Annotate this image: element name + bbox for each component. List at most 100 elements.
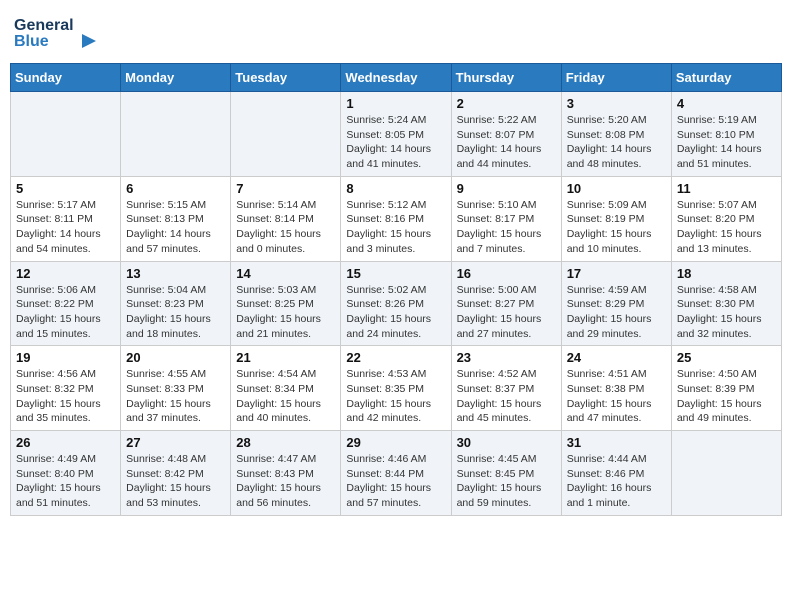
day-number: 2 xyxy=(457,96,556,111)
day-number: 17 xyxy=(567,266,666,281)
day-info: Sunrise: 4:46 AMSunset: 8:44 PMDaylight:… xyxy=(346,452,445,511)
header-day-wednesday: Wednesday xyxy=(341,64,451,92)
calendar-body: 1 Sunrise: 5:24 AMSunset: 8:05 PMDaylight… xyxy=(11,92,782,516)
calendar-cell: 14 Sunrise: 5:03 AMSunset: 8:25 PMDayligh… xyxy=(231,261,341,346)
day-number: 15 xyxy=(346,266,445,281)
calendar-cell: 6 Sunrise: 5:15 AMSunset: 8:13 PMDaylight… xyxy=(121,176,231,261)
calendar-cell xyxy=(671,431,781,516)
day-number: 14 xyxy=(236,266,335,281)
calendar-cell: 11 Sunrise: 5:07 AMSunset: 8:20 PMDayligh… xyxy=(671,176,781,261)
logo-svg: General Blue xyxy=(14,10,104,55)
day-number: 11 xyxy=(677,181,776,196)
day-number: 31 xyxy=(567,435,666,450)
calendar-cell xyxy=(231,92,341,177)
day-info: Sunrise: 5:07 AMSunset: 8:20 PMDaylight:… xyxy=(677,198,776,257)
day-info: Sunrise: 4:49 AMSunset: 8:40 PMDaylight:… xyxy=(16,452,115,511)
day-info: Sunrise: 4:55 AMSunset: 8:33 PMDaylight:… xyxy=(126,367,225,426)
calendar-cell: 30 Sunrise: 4:45 AMSunset: 8:45 PMDayligh… xyxy=(451,431,561,516)
calendar-cell: 22Sunrise: 4:53 AMSunset: 8:35 PMDayligh… xyxy=(341,346,451,431)
header-day-thursday: Thursday xyxy=(451,64,561,92)
calendar-cell: 12 Sunrise: 5:06 AMSunset: 8:22 PMDayligh… xyxy=(11,261,121,346)
calendar-cell: 24Sunrise: 4:51 AMSunset: 8:38 PMDayligh… xyxy=(561,346,671,431)
day-info: Sunrise: 5:19 AMSunset: 8:10 PMDaylight:… xyxy=(677,113,776,172)
day-info: Sunrise: 5:15 AMSunset: 8:13 PMDaylight:… xyxy=(126,198,225,257)
day-number: 21 xyxy=(236,350,335,365)
day-number: 8 xyxy=(346,181,445,196)
calendar-table: SundayMondayTuesdayWednesdayThursdayFrid… xyxy=(10,63,782,516)
week-row-4: 19Sunrise: 4:56 AMSunset: 8:32 PMDayligh… xyxy=(11,346,782,431)
day-number: 25 xyxy=(677,350,776,365)
header-day-saturday: Saturday xyxy=(671,64,781,92)
day-info: Sunrise: 5:00 AMSunset: 8:27 PMDaylight:… xyxy=(457,283,556,342)
calendar-cell: 29 Sunrise: 4:46 AMSunset: 8:44 PMDayligh… xyxy=(341,431,451,516)
day-info: Sunrise: 5:20 AMSunset: 8:08 PMDaylight:… xyxy=(567,113,666,172)
calendar-cell: 2 Sunrise: 5:22 AMSunset: 8:07 PMDaylight… xyxy=(451,92,561,177)
calendar-header: SundayMondayTuesdayWednesdayThursdayFrid… xyxy=(11,64,782,92)
day-info: Sunrise: 4:59 AMSunset: 8:29 PMDaylight:… xyxy=(567,283,666,342)
day-number: 24 xyxy=(567,350,666,365)
day-number: 1 xyxy=(346,96,445,111)
calendar-cell: 23 Sunrise: 4:52 AMSunset: 8:37 PMDayligh… xyxy=(451,346,561,431)
day-info: Sunrise: 4:44 AMSunset: 8:46 PMDaylight:… xyxy=(567,452,666,511)
day-info: Sunrise: 4:58 AMSunset: 8:30 PMDaylight:… xyxy=(677,283,776,342)
day-info: Sunrise: 4:52 AMSunset: 8:37 PMDaylight:… xyxy=(457,367,556,426)
day-info: Sunrise: 4:45 AMSunset: 8:45 PMDaylight:… xyxy=(457,452,556,511)
calendar-cell: 27Sunrise: 4:48 AMSunset: 8:42 PMDayligh… xyxy=(121,431,231,516)
day-number: 4 xyxy=(677,96,776,111)
calendar-cell: 13 Sunrise: 5:04 AMSunset: 8:23 PMDayligh… xyxy=(121,261,231,346)
calendar-cell: 1 Sunrise: 5:24 AMSunset: 8:05 PMDaylight… xyxy=(341,92,451,177)
day-number: 13 xyxy=(126,266,225,281)
day-number: 29 xyxy=(346,435,445,450)
day-info: Sunrise: 4:47 AMSunset: 8:43 PMDaylight:… xyxy=(236,452,335,511)
day-info: Sunrise: 5:03 AMSunset: 8:25 PMDaylight:… xyxy=(236,283,335,342)
day-info: Sunrise: 5:12 AMSunset: 8:16 PMDaylight:… xyxy=(346,198,445,257)
calendar-cell: 25 Sunrise: 4:50 AMSunset: 8:39 PMDayligh… xyxy=(671,346,781,431)
day-number: 18 xyxy=(677,266,776,281)
calendar-cell: 9 Sunrise: 5:10 AMSunset: 8:17 PMDaylight… xyxy=(451,176,561,261)
day-info: Sunrise: 5:06 AMSunset: 8:22 PMDaylight:… xyxy=(16,283,115,342)
day-info: Sunrise: 5:10 AMSunset: 8:17 PMDaylight:… xyxy=(457,198,556,257)
day-number: 28 xyxy=(236,435,335,450)
day-info: Sunrise: 4:54 AMSunset: 8:34 PMDaylight:… xyxy=(236,367,335,426)
calendar-cell: 17 Sunrise: 4:59 AMSunset: 8:29 PMDayligh… xyxy=(561,261,671,346)
day-number: 22 xyxy=(346,350,445,365)
day-number: 30 xyxy=(457,435,556,450)
day-number: 16 xyxy=(457,266,556,281)
day-info: Sunrise: 5:24 AMSunset: 8:05 PMDaylight:… xyxy=(346,113,445,172)
header-day-monday: Monday xyxy=(121,64,231,92)
day-number: 27 xyxy=(126,435,225,450)
calendar-cell: 4 Sunrise: 5:19 AMSunset: 8:10 PMDaylight… xyxy=(671,92,781,177)
calendar-cell xyxy=(121,92,231,177)
day-info: Sunrise: 5:14 AMSunset: 8:14 PMDaylight:… xyxy=(236,198,335,257)
day-info: Sunrise: 4:50 AMSunset: 8:39 PMDaylight:… xyxy=(677,367,776,426)
calendar-cell: 21 Sunrise: 4:54 AMSunset: 8:34 PMDayligh… xyxy=(231,346,341,431)
day-info: Sunrise: 5:02 AMSunset: 8:26 PMDaylight:… xyxy=(346,283,445,342)
calendar-cell: 7 Sunrise: 5:14 AMSunset: 8:14 PMDaylight… xyxy=(231,176,341,261)
day-info: Sunrise: 5:09 AMSunset: 8:19 PMDaylight:… xyxy=(567,198,666,257)
calendar-cell: 26Sunrise: 4:49 AMSunset: 8:40 PMDayligh… xyxy=(11,431,121,516)
calendar-cell: 5Sunrise: 5:17 AMSunset: 8:11 PMDaylight… xyxy=(11,176,121,261)
svg-text:General: General xyxy=(14,17,74,34)
calendar-cell: 20 Sunrise: 4:55 AMSunset: 8:33 PMDayligh… xyxy=(121,346,231,431)
day-info: Sunrise: 5:22 AMSunset: 8:07 PMDaylight:… xyxy=(457,113,556,172)
calendar-cell: 10Sunrise: 5:09 AMSunset: 8:19 PMDayligh… xyxy=(561,176,671,261)
calendar-cell: 18 Sunrise: 4:58 AMSunset: 8:30 PMDayligh… xyxy=(671,261,781,346)
calendar-cell: 19Sunrise: 4:56 AMSunset: 8:32 PMDayligh… xyxy=(11,346,121,431)
calendar-cell xyxy=(11,92,121,177)
page-header: General Blue xyxy=(10,10,782,55)
header-day-tuesday: Tuesday xyxy=(231,64,341,92)
header-day-friday: Friday xyxy=(561,64,671,92)
week-row-5: 26Sunrise: 4:49 AMSunset: 8:40 PMDayligh… xyxy=(11,431,782,516)
day-number: 6 xyxy=(126,181,225,196)
day-number: 19 xyxy=(16,350,115,365)
day-number: 12 xyxy=(16,266,115,281)
logo: General Blue xyxy=(14,10,104,55)
day-number: 7 xyxy=(236,181,335,196)
svg-text:Blue: Blue xyxy=(14,33,49,50)
day-info: Sunrise: 5:04 AMSunset: 8:23 PMDaylight:… xyxy=(126,283,225,342)
day-number: 23 xyxy=(457,350,556,365)
day-number: 20 xyxy=(126,350,225,365)
calendar-cell: 16 Sunrise: 5:00 AMSunset: 8:27 PMDayligh… xyxy=(451,261,561,346)
day-info: Sunrise: 5:17 AMSunset: 8:11 PMDaylight:… xyxy=(16,198,115,257)
day-number: 9 xyxy=(457,181,556,196)
